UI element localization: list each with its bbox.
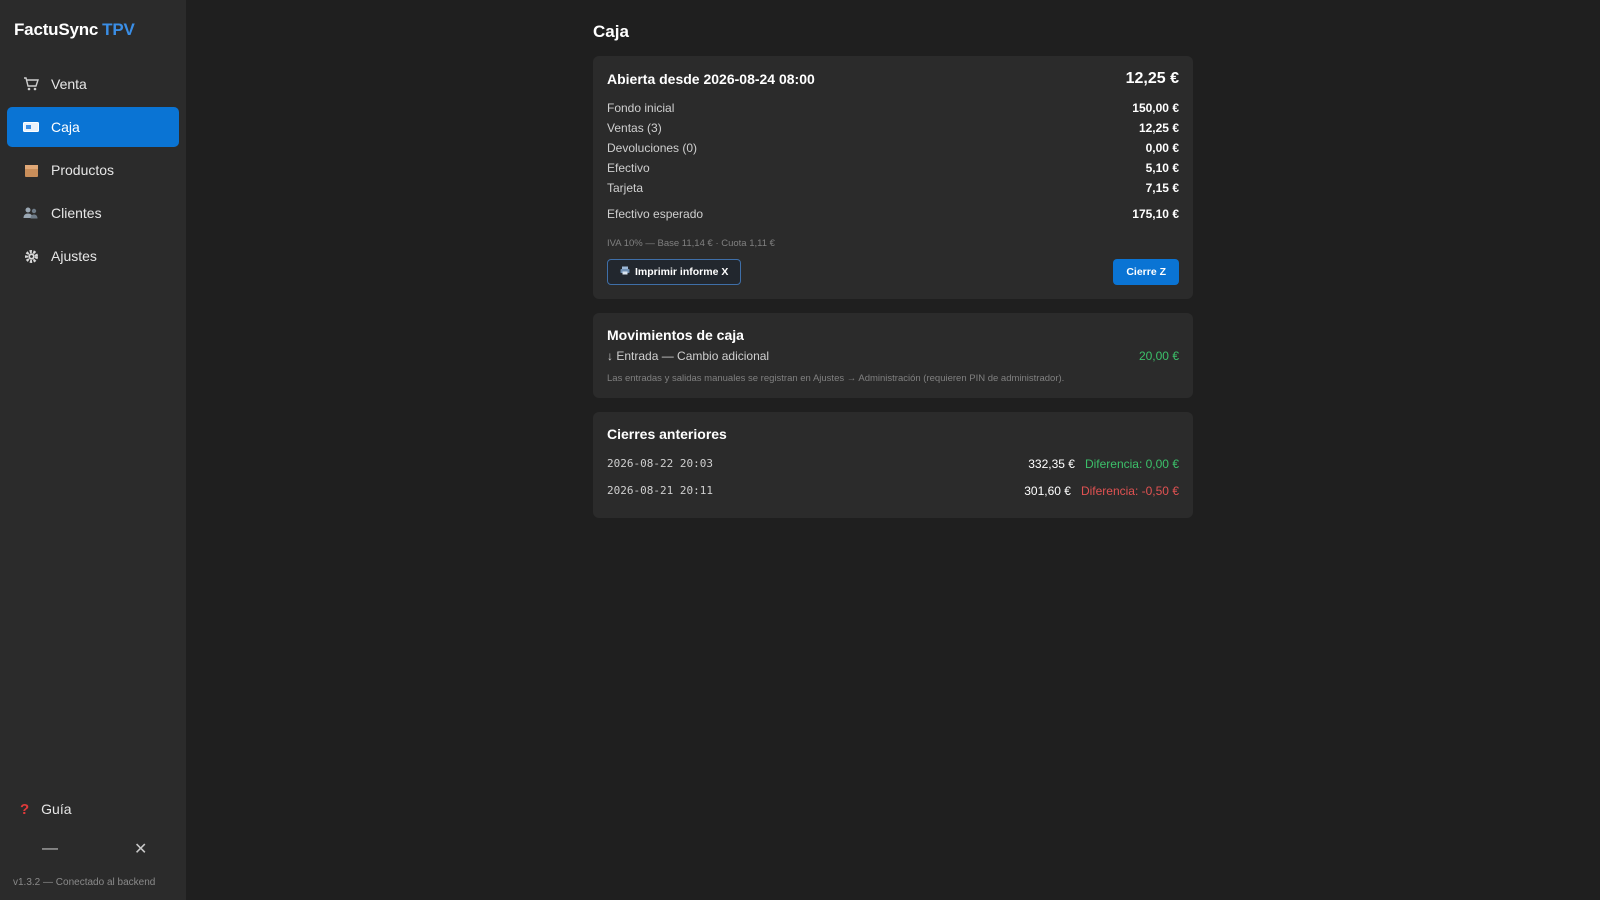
users-icon [22, 204, 40, 222]
app-name: FactuSync [14, 20, 99, 39]
summary-label: Tarjeta [607, 181, 644, 195]
sidebar-item-ajustes[interactable]: Ajustes [7, 236, 179, 276]
sidebar-item-label: Venta [51, 76, 87, 92]
sidebar-item-label: Caja [51, 119, 80, 135]
closure-date: 2026-08-21 20:11 [607, 484, 713, 497]
closure-date: 2026-08-22 20:03 [607, 457, 713, 470]
guide-link[interactable]: ? Guía [0, 794, 186, 824]
cart-icon [22, 75, 40, 93]
closures-title: Cierres anteriores [607, 426, 727, 442]
summary-value: 150,00 € [1132, 101, 1179, 115]
sidebar-item-label: Productos [51, 162, 115, 178]
movements-title: Movimientos de caja [607, 327, 744, 343]
window-controls: — ✕ [0, 834, 186, 864]
movements-card: Movimientos de caja ↓ Entrada — Cambio a… [593, 313, 1193, 398]
close-z-button[interactable]: Cierre Z [1113, 259, 1179, 285]
summary-row: Tarjeta 7,15 € [607, 178, 1179, 198]
tax-note: IVA 10% — Base 11,14 € · Cuota 1,11 € [607, 238, 775, 249]
summary-row: Efectivo 5,10 € [607, 158, 1179, 178]
summary-label: Ventas (3) [607, 121, 662, 135]
version-status: v1.3.2 — Conectado al backend [13, 876, 156, 888]
closure-row: 2026-08-21 20:11 301,60 € Diferencia: -0… [607, 477, 1179, 504]
movements-note: Las entradas y salidas manuales se regis… [607, 373, 1065, 384]
closure-row: 2026-08-22 20:03 332,35 € Diferencia: 0,… [607, 450, 1179, 477]
guide-label: Guía [41, 801, 72, 817]
sidebar-item-clientes[interactable]: Clientes [7, 193, 179, 233]
movement-row: ↓ Entrada — Cambio adicional 20,00 € [607, 349, 1179, 363]
summary-label: Fondo inicial [607, 101, 675, 115]
sidebar-item-productos[interactable]: Productos [7, 150, 179, 190]
sidebar-nav: Venta Caja Productos Clientes Ajustes [0, 64, 186, 276]
expected-cash-row: Efectivo esperado 175,10 € [607, 204, 1179, 224]
summary-value: 5,10 € [1145, 161, 1179, 175]
page-title: Caja [593, 22, 629, 41]
summary-row: Devoluciones (0) 0,00 € [607, 138, 1179, 158]
sidebar-item-caja[interactable]: Caja [7, 107, 179, 147]
closure-amount: 332,35 € [1028, 456, 1075, 471]
summary-row: Ventas (3) 12,25 € [607, 118, 1179, 138]
session-total: 12,25 € [1125, 70, 1179, 87]
summary-value: 7,15 € [1145, 181, 1179, 195]
sidebar: FactuSync TPV Venta Caja Productos Clien… [0, 0, 186, 900]
printer-icon [620, 266, 630, 278]
summary-label: Efectivo [607, 161, 650, 175]
question-icon: ? [20, 800, 30, 818]
sidebar-item-venta[interactable]: Venta [7, 64, 179, 104]
closure-difference: Diferencia: -0,50 € [1080, 483, 1179, 498]
movement-label: ↓ Entrada — Cambio adicional [607, 349, 770, 363]
sidebar-item-label: Clientes [51, 205, 102, 221]
closure-difference: Diferencia: 0,00 € [1084, 456, 1179, 471]
session-card: Abierta desde 2026-08-24 08:00 12,25 € F… [593, 56, 1193, 299]
summary-value: 0,00 € [1145, 141, 1179, 155]
sidebar-item-label: Ajustes [51, 248, 97, 264]
summary-row: Fondo inicial 150,00 € [607, 98, 1179, 118]
expected-cash-value: 175,10 € [1132, 207, 1179, 221]
box-icon [22, 161, 40, 179]
print-x-report-label: Imprimir informe X [635, 266, 729, 278]
minimize-button[interactable]: — [42, 840, 58, 858]
movement-amount: 20,00 € [1138, 349, 1179, 363]
print-x-report-button[interactable]: Imprimir informe X [607, 259, 742, 285]
sidebar-footer: ? Guía — ✕ v1.3.2 — Conectado al backend [0, 794, 186, 900]
app-logo: FactuSync TPV [0, 0, 186, 64]
close-button[interactable]: ✕ [134, 839, 147, 859]
summary-label: Devoluciones (0) [607, 141, 698, 155]
expected-cash-label: Efectivo esperado [607, 207, 704, 221]
cash-register-icon [22, 118, 40, 136]
session-title: Abierta desde 2026-08-24 08:00 [607, 71, 815, 87]
main-area: Caja Abierta desde 2026-08-24 08:00 12,2… [186, 0, 1600, 900]
content-column: Caja Abierta desde 2026-08-24 08:00 12,2… [593, 22, 1193, 532]
gear-icon [22, 247, 40, 265]
closures-card: Cierres anteriores 2026-08-22 20:03 332,… [593, 412, 1193, 518]
closure-amount: 301,60 € [1024, 483, 1071, 498]
summary-value: 12,25 € [1138, 121, 1179, 135]
app-suffix: TPV [102, 20, 135, 39]
